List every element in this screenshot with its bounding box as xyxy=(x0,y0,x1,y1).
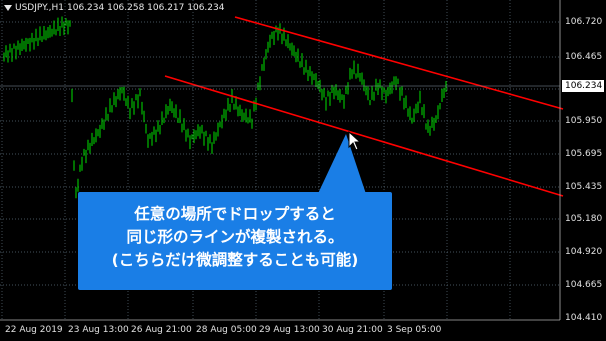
price-tick-label: 104.665 xyxy=(565,280,603,290)
symbol-header[interactable]: USDJPY.,H1 106.234 106.258 106.217 106.2… xyxy=(4,3,224,13)
time-tick-label: 3 Sep 05:00 xyxy=(387,325,442,335)
annotation-line-3: (こちらだけ微調整することも可能) xyxy=(111,251,359,269)
annotation-callout: 任意の場所でドロップすると 同じ形のラインが複製される。 (こちらだけ微調整する… xyxy=(78,192,392,290)
candlesticks xyxy=(3,16,447,199)
price-tick-label: 106.720 xyxy=(565,17,603,27)
time-tick-label: 26 Aug 21:00 xyxy=(131,325,192,335)
price-tick-label: 104.920 xyxy=(565,247,603,257)
price-tick-label: 105.435 xyxy=(565,182,603,192)
price-tick-label: 106.465 xyxy=(565,52,603,62)
price-tick-label: 105.950 xyxy=(565,116,603,126)
time-tick-label: 28 Aug 05:00 xyxy=(196,325,257,335)
time-tick-label: 30 Aug 21:00 xyxy=(322,325,383,335)
symbol-name: USDJPY.,H1 xyxy=(15,3,65,13)
price-tick-label: 105.695 xyxy=(565,149,603,159)
ohlc-values: 106.234 106.258 106.217 106.234 xyxy=(67,3,225,13)
price-tick-label: 104.410 xyxy=(565,313,603,323)
lower-trendline xyxy=(164,75,564,197)
chart-window[interactable]: USDJPY.,H1 106.234 106.258 106.217 106.2… xyxy=(0,0,606,341)
current-price-tag: 106.234 xyxy=(562,80,604,92)
upper-trendline xyxy=(234,16,564,110)
time-tick-label: 23 Aug 13:00 xyxy=(68,325,129,335)
dropdown-triangle-icon[interactable] xyxy=(4,5,12,11)
price-tick-label: 105.180 xyxy=(565,214,603,224)
annotation-line-2: 同じ形のラインが複製される。 xyxy=(126,228,344,246)
time-tick-label: 22 Aug 2019 xyxy=(5,325,63,335)
mouse-pointer-icon xyxy=(348,131,362,151)
time-tick-label: 29 Aug 13:00 xyxy=(259,325,320,335)
annotation-line-1: 任意の場所でドロップすると xyxy=(134,205,336,223)
